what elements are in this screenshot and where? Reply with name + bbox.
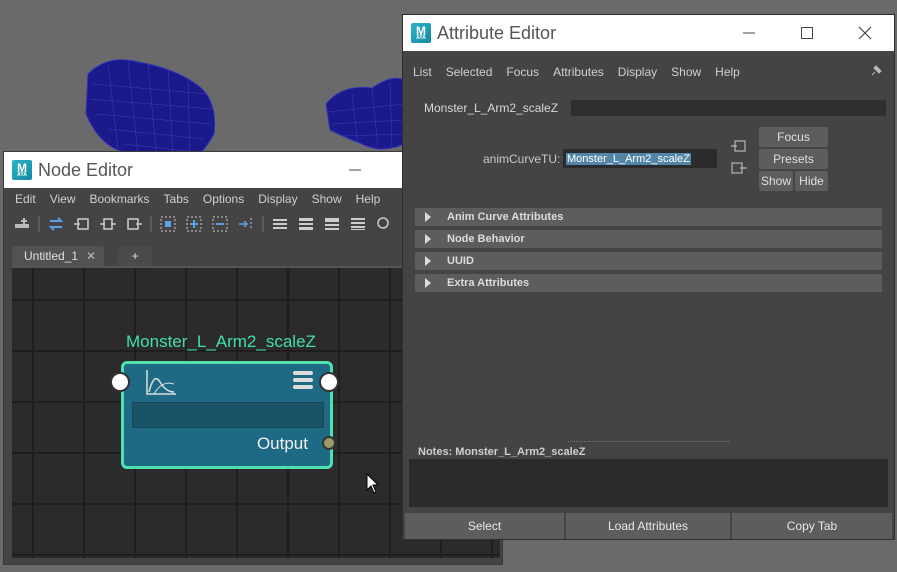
menu-focus[interactable]: Focus: [506, 65, 539, 79]
focus-button[interactable]: Focus: [759, 127, 828, 147]
menu-display[interactable]: Display: [258, 192, 297, 206]
node-menu-icon[interactable]: [292, 370, 314, 393]
output-port[interactable]: [322, 436, 336, 450]
node-editor-tabs: Untitled_1 ✕ +: [12, 246, 153, 266]
load-attributes-button[interactable]: Load Attributes: [566, 513, 730, 539]
attribute-editor-menubar: List Selected Focus Attributes Display S…: [403, 64, 894, 80]
pin-icon[interactable]: [870, 65, 882, 80]
minimize-icon[interactable]: [326, 152, 384, 188]
hide-button[interactable]: Hide: [795, 171, 828, 191]
remove-selected-icon[interactable]: [210, 214, 230, 234]
menu-help[interactable]: Help: [715, 65, 740, 79]
input-port[interactable]: [110, 372, 130, 392]
section-label: Node Behavior: [447, 233, 525, 245]
close-icon[interactable]: [836, 15, 894, 51]
section-extra-attributes[interactable]: Extra Attributes: [415, 274, 882, 292]
section-anim-curve-attributes[interactable]: Anim Curve Attributes: [415, 208, 882, 226]
menu-edit[interactable]: Edit: [15, 192, 36, 206]
minimize-icon[interactable]: [720, 15, 778, 51]
menu-view[interactable]: View: [50, 192, 76, 206]
expand-arrow-icon: [425, 212, 431, 222]
tab-untitled-1[interactable]: Untitled_1 ✕: [12, 246, 105, 266]
anim-curve-label: animCurveTU:: [483, 152, 561, 166]
attribute-editor-window: M AYA Attribute Editor List Selected Focu…: [402, 14, 895, 540]
anim-curve-icon: [144, 368, 178, 401]
select-button[interactable]: Select: [405, 513, 564, 539]
output-label: Output: [256, 434, 308, 453]
copy-tab-button[interactable]: Copy Tab: [732, 513, 892, 539]
connected-mode-icon[interactable]: [296, 214, 316, 234]
attribute-editor-bottom-bar: Select Load Attributes Copy Tab: [405, 513, 892, 539]
menu-help[interactable]: Help: [356, 192, 381, 206]
show-button[interactable]: Show: [759, 171, 793, 191]
toolbar-separator: [262, 216, 264, 232]
attribute-editor-tabs: Monster_L_Arm2_scaleZ: [411, 100, 886, 116]
node-name-field[interactable]: Monster_L_Arm2_scaleZ: [563, 149, 717, 168]
menu-selected[interactable]: Selected: [446, 65, 493, 79]
go-to-output-icon[interactable]: [731, 160, 747, 176]
input-icon[interactable]: [72, 214, 92, 234]
swap-icon[interactable]: [46, 214, 66, 234]
mouse-cursor-icon: [366, 472, 380, 498]
toolbar-separator: [38, 216, 40, 232]
menu-display[interactable]: Display: [618, 65, 657, 79]
wireframe-mesh-right: [325, 77, 404, 150]
maximize-icon[interactable]: [778, 15, 836, 51]
simple-mode-icon[interactable]: [270, 214, 290, 234]
add-selected-icon[interactable]: [184, 214, 204, 234]
node-title: Monster_L_Arm2_scaleZ: [126, 332, 316, 351]
menu-options[interactable]: Options: [203, 192, 244, 206]
attribute-editor-title: Attribute Editor: [437, 22, 557, 43]
node-attribute-field[interactable]: [132, 402, 324, 428]
node-editor-title: Node Editor: [38, 159, 134, 180]
menu-show[interactable]: Show: [671, 65, 701, 79]
menu-attributes[interactable]: Attributes: [553, 65, 604, 79]
expand-arrow-icon: [425, 278, 431, 288]
tab-node[interactable]: Monster_L_Arm2_scaleZ: [411, 100, 572, 116]
tab-label: Untitled_1: [24, 249, 79, 263]
section-label: Anim Curve Attributes: [447, 211, 564, 223]
notes-label: Notes: Monster_L_Arm2_scaleZ: [418, 446, 586, 458]
menu-list[interactable]: List: [413, 65, 432, 79]
attribute-editor-titlebar[interactable]: M AYA Attribute Editor: [403, 15, 894, 51]
presets-button[interactable]: Presets: [759, 149, 828, 169]
maya-app-icon: M AYA: [12, 160, 32, 180]
notes-textarea[interactable]: [409, 459, 888, 507]
section-label: UUID: [447, 255, 474, 267]
frame-selection-icon[interactable]: [158, 214, 178, 234]
notes-splitter[interactable]: [568, 441, 729, 442]
section-node-behavior[interactable]: Node Behavior: [415, 230, 882, 248]
close-tab-icon[interactable]: ✕: [86, 249, 96, 263]
maya-app-icon: M AYA: [411, 23, 431, 43]
custom-mode-icon[interactable]: [348, 214, 368, 234]
search-icon[interactable]: [374, 214, 394, 234]
all-mode-icon[interactable]: [322, 214, 342, 234]
add-tab-button[interactable]: +: [118, 246, 153, 266]
anim-curve-node[interactable]: Output: [121, 361, 333, 469]
output-port-top[interactable]: [319, 372, 339, 392]
output-icon[interactable]: [124, 214, 144, 234]
relayout-icon[interactable]: [236, 214, 256, 234]
menu-show[interactable]: Show: [312, 192, 342, 206]
section-label: Extra Attributes: [447, 277, 530, 289]
menu-bookmarks[interactable]: Bookmarks: [89, 192, 149, 206]
go-to-input-icon[interactable]: [731, 138, 747, 154]
graph-add-icon[interactable]: [12, 214, 32, 234]
expand-arrow-icon: [425, 234, 431, 244]
toolbar-separator: [150, 216, 152, 232]
section-uuid[interactable]: UUID: [415, 252, 882, 270]
input-output-icon[interactable]: [98, 214, 118, 234]
menu-tabs[interactable]: Tabs: [164, 192, 189, 206]
node-name-value: Monster_L_Arm2_scaleZ: [566, 153, 691, 165]
expand-arrow-icon: [425, 256, 431, 266]
